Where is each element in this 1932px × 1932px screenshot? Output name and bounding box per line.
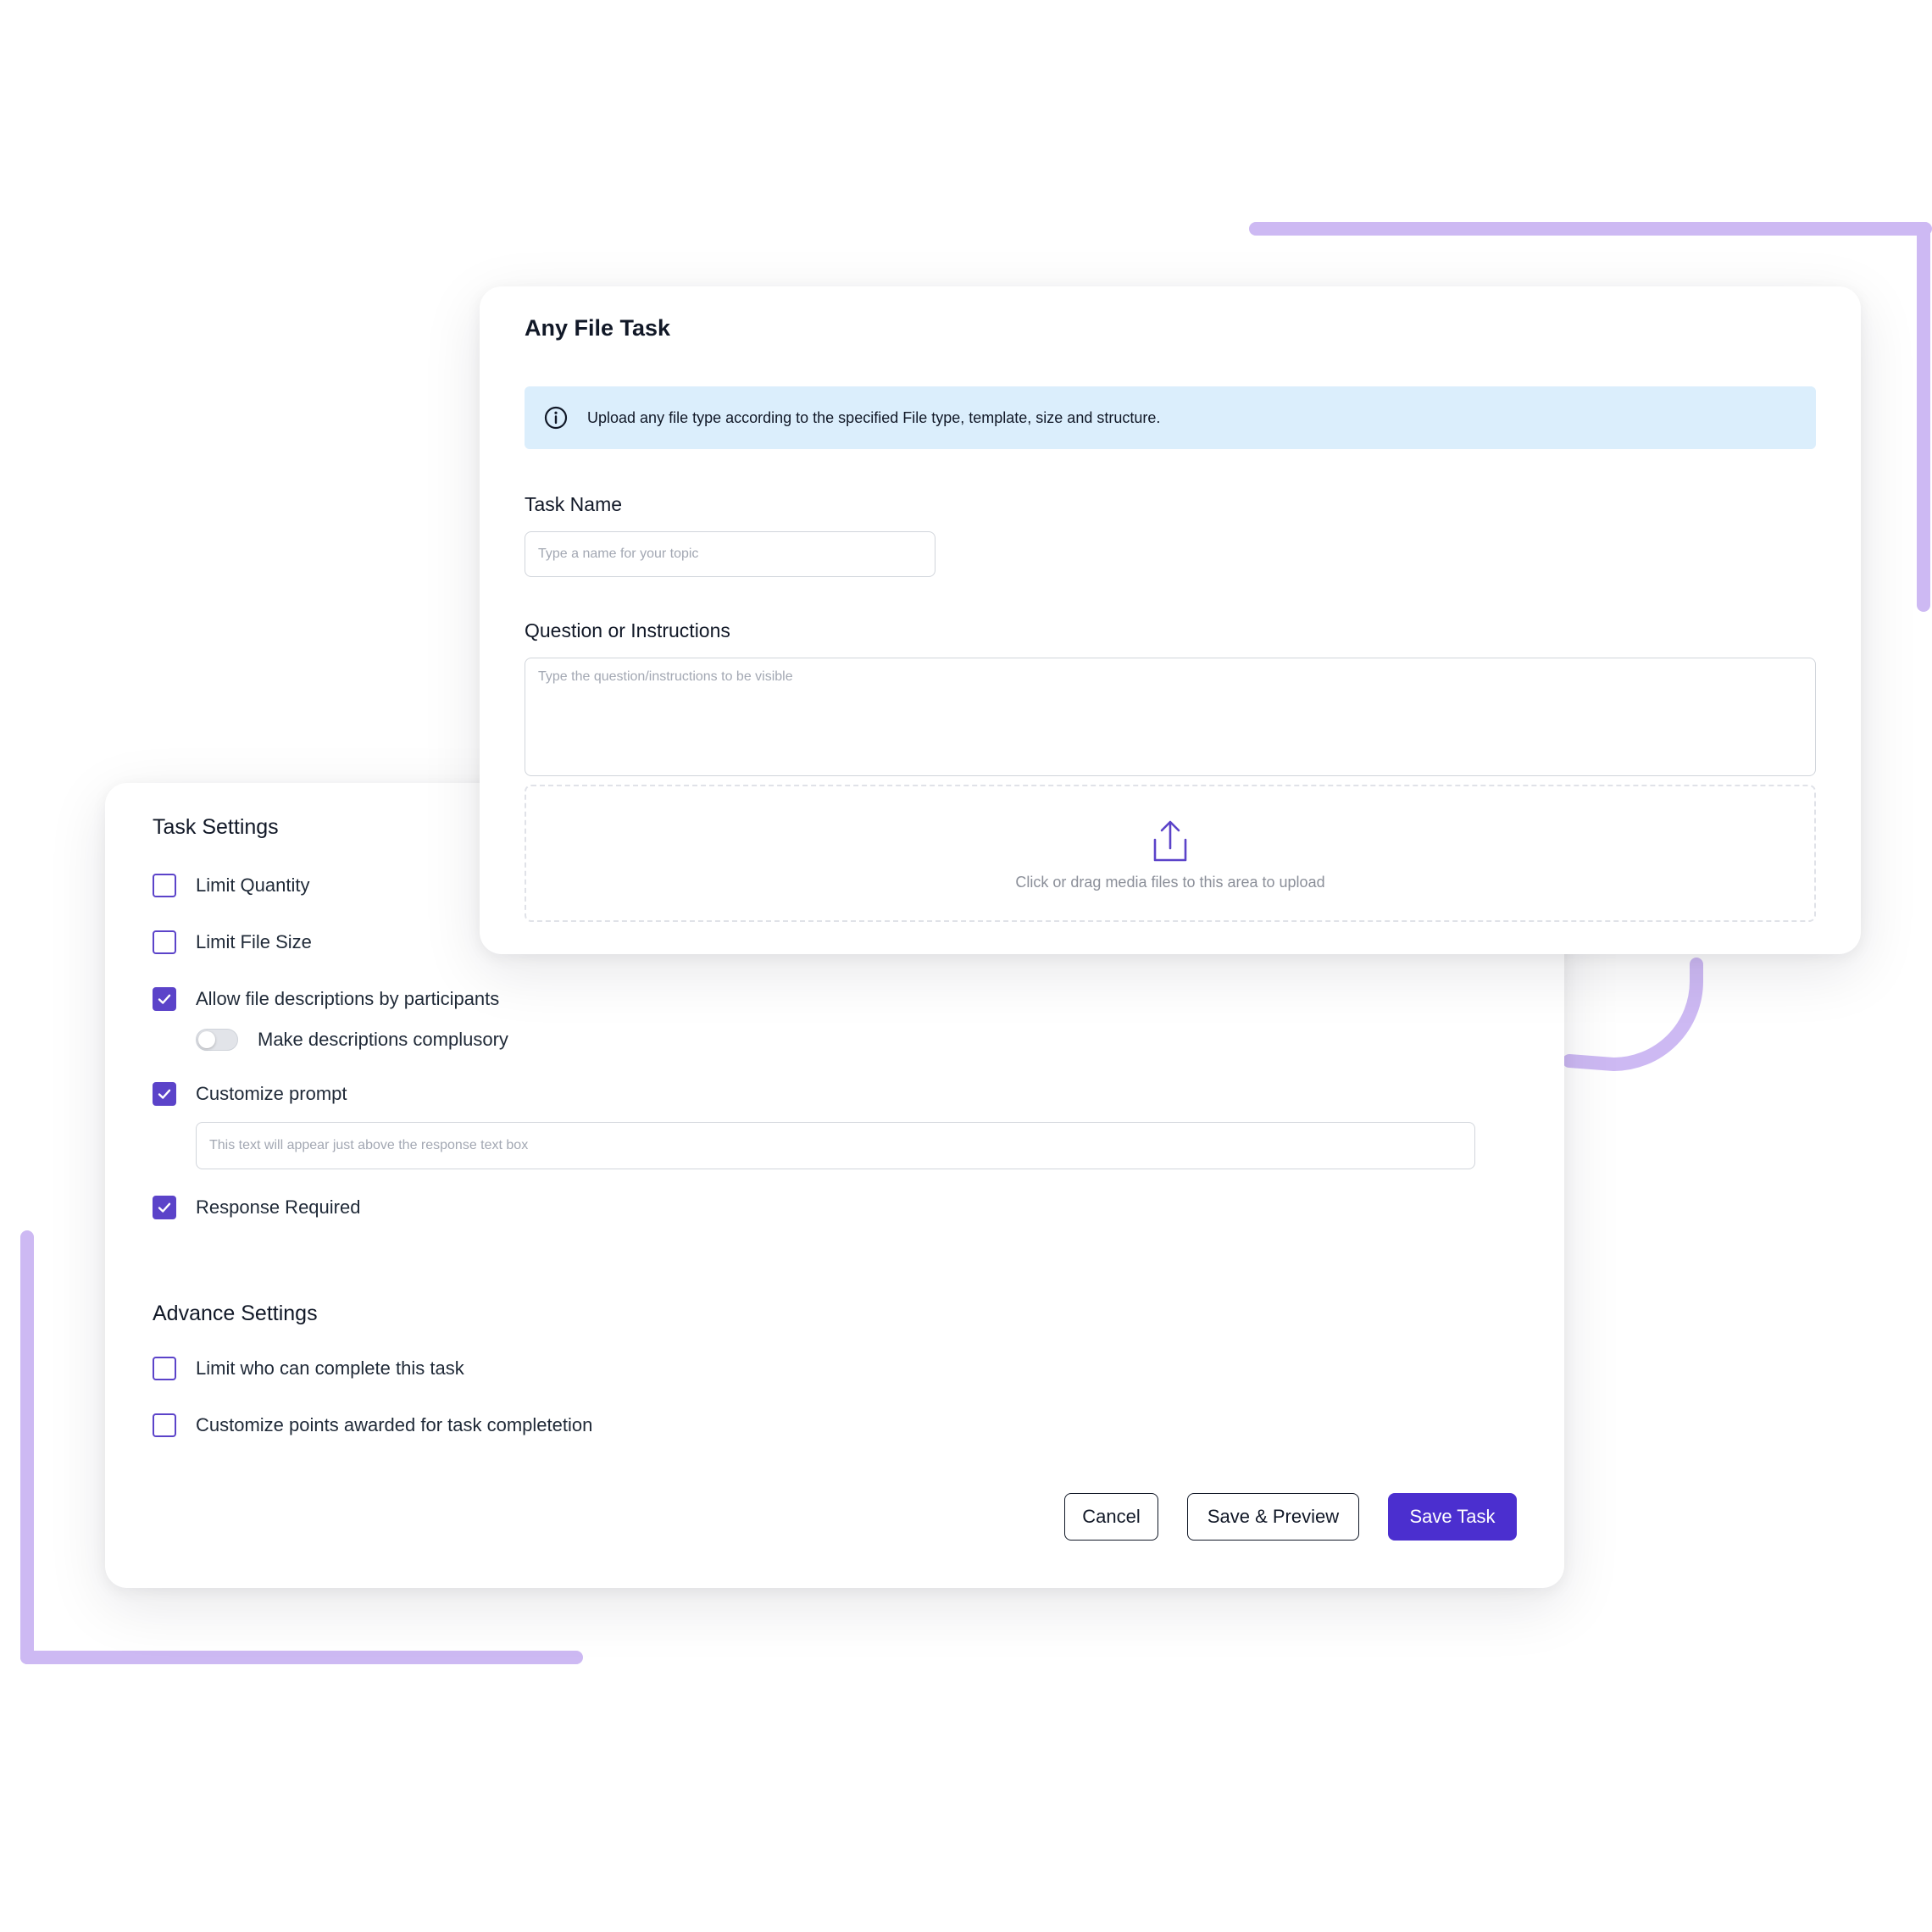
checkmark-icon xyxy=(158,994,171,1004)
decoration-arc xyxy=(1563,958,1703,1072)
limit-quantity-option[interactable]: Limit Quantity xyxy=(153,874,310,897)
cancel-button[interactable]: Cancel xyxy=(1064,1493,1158,1541)
limit-file-size-checkbox[interactable] xyxy=(153,930,176,954)
upload-dropzone[interactable]: Click or drag media files to this area t… xyxy=(525,785,1816,922)
any-file-task-card: Any File Task Upload any file type accor… xyxy=(480,286,1861,954)
task-name-label: Task Name xyxy=(525,493,623,515)
response-required-option[interactable]: Response Required xyxy=(153,1196,360,1219)
save-task-button[interactable]: Save Task xyxy=(1388,1493,1517,1541)
decoration-line-right xyxy=(1917,222,1930,612)
toggle-knob xyxy=(198,1031,215,1048)
limit-quantity-checkbox[interactable] xyxy=(153,874,176,897)
decoration-line-bottom xyxy=(20,1651,583,1664)
descriptions-compulsory-toggle[interactable] xyxy=(196,1029,238,1051)
info-circle-icon xyxy=(543,405,569,430)
customize-prompt-label: Customize prompt xyxy=(196,1083,347,1104)
customize-points-checkbox[interactable] xyxy=(153,1413,176,1437)
allow-descriptions-checkbox[interactable] xyxy=(153,987,176,1011)
checkmark-icon xyxy=(158,1089,171,1099)
save-preview-button[interactable]: Save & Preview xyxy=(1187,1493,1359,1541)
customize-prompt-option[interactable]: Customize prompt xyxy=(153,1082,347,1106)
allow-descriptions-label: Allow file descriptions by participants xyxy=(196,988,500,1009)
descriptions-compulsory-option[interactable]: Make descriptions complusory xyxy=(196,1029,508,1051)
limit-file-size-label: Limit File Size xyxy=(196,931,312,952)
response-required-label: Response Required xyxy=(196,1196,361,1218)
customize-points-label: Customize points awarded for task comple… xyxy=(196,1414,593,1435)
descriptions-compulsory-label: Make descriptions complusory xyxy=(258,1029,508,1050)
customize-points-option[interactable]: Customize points awarded for task comple… xyxy=(153,1413,592,1437)
advance-settings-title: Advance Settings xyxy=(153,1302,318,1325)
info-banner: Upload any file type according to the sp… xyxy=(525,386,1816,449)
limit-who-option[interactable]: Limit who can complete this task xyxy=(153,1357,464,1380)
customize-prompt-checkbox[interactable] xyxy=(153,1082,176,1106)
limit-file-size-option[interactable]: Limit File Size xyxy=(153,930,312,954)
checkmark-icon xyxy=(158,1202,171,1213)
card-title: Any File Task xyxy=(525,315,671,341)
custom-prompt-input[interactable] xyxy=(196,1122,1475,1169)
upload-icon xyxy=(1151,819,1190,863)
info-text: Upload any file type according to the sp… xyxy=(587,408,1161,426)
allow-descriptions-option[interactable]: Allow file descriptions by participants xyxy=(153,987,499,1011)
task-name-input[interactable] xyxy=(525,531,935,577)
limit-quantity-label: Limit Quantity xyxy=(196,874,310,896)
upload-instructions: Click or drag media files to this area t… xyxy=(1015,873,1325,891)
response-required-checkbox[interactable] xyxy=(153,1196,176,1219)
decoration-line-top xyxy=(1249,222,1932,236)
limit-who-label: Limit who can complete this task xyxy=(196,1357,464,1379)
limit-who-checkbox[interactable] xyxy=(153,1357,176,1380)
decoration-line-left xyxy=(20,1230,34,1664)
task-settings-title: Task Settings xyxy=(153,815,279,839)
question-input[interactable] xyxy=(525,658,1816,776)
question-label: Question or Instructions xyxy=(525,619,730,641)
